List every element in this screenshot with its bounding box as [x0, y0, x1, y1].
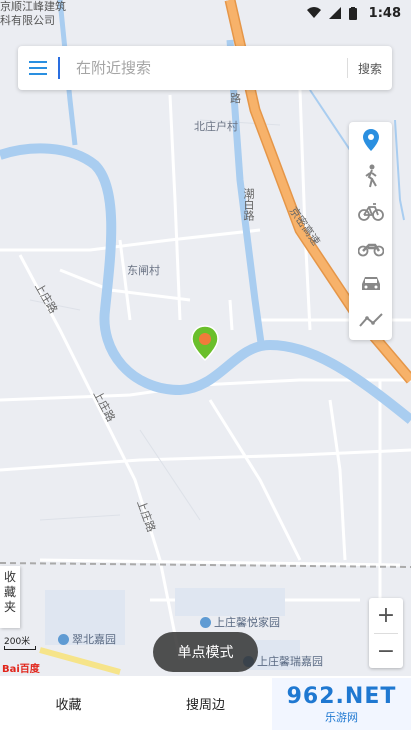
mode-walk-button[interactable]: [349, 158, 392, 194]
road-label-jingbai: 潮白路: [242, 188, 255, 221]
site-watermark: 962.NET 乐游网: [272, 678, 411, 730]
battery-icon: [348, 6, 357, 20]
mode-location-button[interactable]: [349, 122, 392, 158]
poi-icon: [58, 633, 69, 645]
watermark-number: 962.NET: [286, 683, 397, 709]
poi-xinyue[interactable]: 上庄馨悦家园: [200, 614, 280, 630]
car-icon: [361, 277, 380, 290]
watermark-sub: 乐游网: [325, 710, 358, 724]
bicycle-icon: [357, 203, 384, 221]
status-icons: 1:48: [306, 5, 401, 21]
travel-mode-panel: [349, 122, 392, 340]
hamburger-menu-icon: [29, 61, 47, 75]
poi-label: 翠北嘉园: [72, 633, 116, 646]
signal-icon: [328, 7, 341, 19]
search-button[interactable]: 搜索: [348, 60, 392, 77]
yellow-road: [39, 647, 121, 675]
map-label-dongzha: 东闸村: [127, 264, 160, 277]
map-label-beizhuanghu: 北庄户村: [194, 120, 238, 133]
stream: [394, 119, 405, 221]
road-label-top: 路: [230, 92, 241, 105]
poi-label: 上庄馨瑞嘉园: [257, 655, 323, 668]
mode-car-button[interactable]: [349, 266, 392, 302]
bottom-nearby-button[interactable]: 搜周边: [137, 694, 274, 713]
motorcycle-icon: [357, 243, 384, 257]
mode-motorcycle-button[interactable]: [349, 230, 392, 266]
status-bar: 1:48: [0, 0, 411, 26]
wifi-icon: [306, 7, 321, 18]
zoom-controls: + −: [369, 598, 403, 668]
search-bar: 搜索: [18, 46, 392, 90]
poi-label: 上庄馨悦家园: [214, 616, 280, 629]
poi-icon: [200, 616, 211, 628]
map-scale-label: 200米: [4, 637, 31, 647]
location-pin-icon: [362, 129, 379, 151]
mode-bicycle-button[interactable]: [349, 194, 392, 230]
zoom-out-button[interactable]: −: [369, 634, 403, 669]
residential-block: [175, 588, 285, 616]
mode-toast: 单点模式: [153, 632, 258, 672]
favorites-folder-button[interactable]: 收藏夹: [0, 566, 20, 628]
location-marker-icon[interactable]: [190, 324, 220, 364]
bottom-favorites-button[interactable]: 收藏: [0, 694, 137, 713]
search-input[interactable]: [58, 57, 347, 79]
zoom-in-button[interactable]: +: [369, 598, 403, 633]
status-time: 1:48: [368, 5, 401, 21]
menu-button[interactable]: [18, 46, 58, 90]
poi-cuibei[interactable]: 翠北嘉园: [58, 631, 116, 647]
walk-icon: [364, 164, 377, 188]
mode-route-button[interactable]: [349, 302, 392, 338]
route-icon: [358, 313, 383, 327]
baidu-logo: Bai百度: [2, 664, 40, 675]
